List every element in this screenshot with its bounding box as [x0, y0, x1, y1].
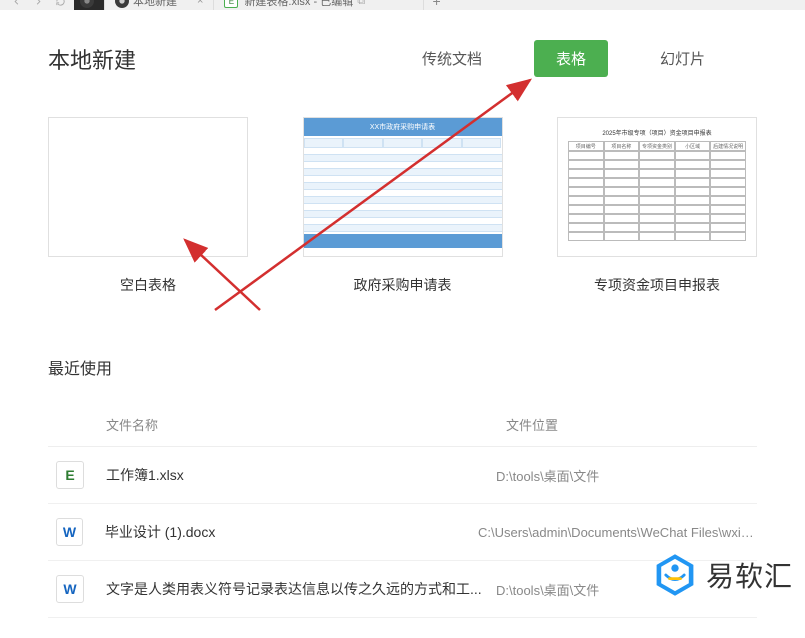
template-label: 专项资金项目申报表: [594, 275, 720, 295]
col-filename: 文件名称: [106, 415, 506, 434]
recent-row[interactable]: E 工作簿1.xlsx D:\tools\桌面\文件: [48, 447, 757, 504]
template-gov-purchase[interactable]: XX市政府采购申请表 政府采购申请表: [303, 117, 503, 295]
doc-type-spreadsheet[interactable]: 表格: [534, 40, 608, 77]
recent-title: 最近使用: [48, 355, 757, 379]
file-icon-word: W: [56, 575, 84, 603]
doc-type-slides[interactable]: 幻灯片: [638, 40, 727, 77]
file-name: 文字是人类用表义符号记录表达信息以传之久远的方式和工...: [106, 579, 496, 599]
file-icon-excel: E: [56, 461, 84, 489]
template-grid: 空白表格 XX市政府采购申请表 政府采购申请表 2025年市级专项（项目）资金项…: [0, 97, 805, 335]
template-thumb: [48, 117, 248, 257]
logo-icon: [652, 552, 698, 598]
file-location: D:\tools\桌面\文件: [496, 580, 599, 599]
file-name: 工作簿1.xlsx: [106, 465, 496, 485]
template-label: 政府采购申请表: [354, 275, 452, 295]
file-location: D:\tools\桌面\文件: [496, 466, 599, 485]
template-thumb: XX市政府采购申请表: [303, 117, 503, 257]
file-location: C:\Users\admin\Documents\WeChat Files\wx…: [478, 525, 757, 540]
file-name: 毕业设计 (1).docx: [105, 522, 478, 542]
page-title: 本地新建: [48, 43, 136, 75]
thumb-title: XX市政府采购申请表: [304, 118, 502, 136]
template-label: 空白表格: [120, 275, 176, 295]
doc-type-tabs: 传统文档 表格 幻灯片: [400, 40, 727, 77]
col-location: 文件位置: [506, 415, 757, 434]
recent-row[interactable]: W 文字是人类用表义符号记录表达信息以传之久远的方式和工... D:\tools…: [48, 561, 757, 618]
file-icon-word: W: [56, 518, 83, 546]
thumb-title: 2025年市级专项（项目）资金项目申报表: [568, 128, 746, 137]
recent-row[interactable]: W 毕业设计 (1).docx C:\Users\admin\Documents…: [48, 504, 757, 561]
watermark-logo: 易软汇: [652, 552, 793, 598]
watermark-text: 易软汇: [706, 555, 793, 595]
template-blank[interactable]: 空白表格: [48, 117, 248, 295]
doc-type-traditional[interactable]: 传统文档: [400, 40, 504, 77]
recent-headers: 文件名称 文件位置: [48, 407, 757, 447]
template-fund-application[interactable]: 2025年市级专项（项目）资金项目申报表 项目编号 项目名称 专项资金类别 小区…: [557, 117, 757, 295]
template-thumb: 2025年市级专项（项目）资金项目申报表 项目编号 项目名称 专项资金类别 小区…: [557, 117, 757, 257]
